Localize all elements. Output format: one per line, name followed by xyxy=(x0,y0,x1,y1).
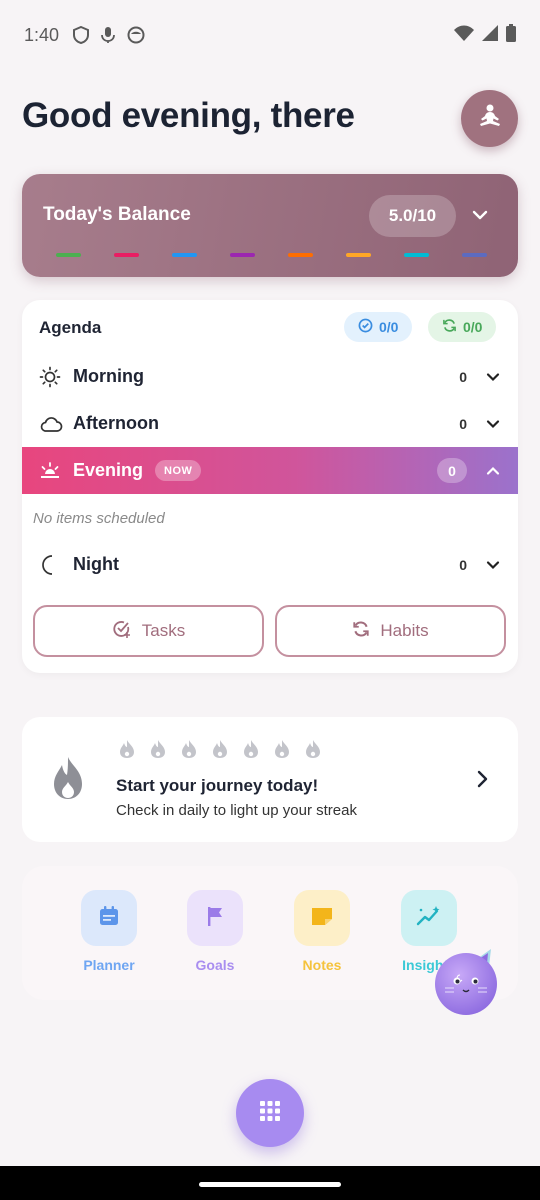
streak-title: Start your journey today! xyxy=(116,776,319,795)
quick-action-goals[interactable]: Goals xyxy=(165,890,265,973)
page-title: Good evening, there xyxy=(22,96,355,135)
tasks-progress-pill[interactable]: 0/0 xyxy=(344,312,413,342)
balance-dimension-dash xyxy=(288,253,313,257)
streak-days xyxy=(118,739,322,764)
calendar-icon xyxy=(98,905,120,932)
balance-dimension-dash xyxy=(172,253,197,257)
streak-card[interactable]: Start your journey today! Check in daily… xyxy=(22,717,518,842)
balance-dimension-dash xyxy=(56,253,81,257)
sun-icon xyxy=(39,366,63,388)
quick-action-notes[interactable]: Notes xyxy=(272,890,372,973)
sunset-icon xyxy=(39,461,63,481)
quick-action-label: Goals xyxy=(195,957,235,973)
agenda-period-night[interactable]: Night 0 xyxy=(22,541,518,588)
agenda-card: Agenda 0/0 0/0 Morning 0 Afternoon 0 Eve… xyxy=(22,300,518,673)
cat-icon xyxy=(433,949,499,1021)
flame-day-icon xyxy=(149,739,167,764)
mascot-assistant-button[interactable] xyxy=(433,947,499,1022)
period-label: Afternoon xyxy=(73,413,159,433)
shield-icon xyxy=(73,26,90,44)
status-bar: 1:40 xyxy=(0,0,540,70)
flag-icon xyxy=(205,905,225,932)
system-navigation-bar xyxy=(0,1166,540,1200)
period-count: 0 xyxy=(459,368,467,385)
agenda-period-afternoon[interactable]: Afternoon 0 xyxy=(22,400,518,447)
chevron-down-icon[interactable] xyxy=(471,206,489,229)
check-circle-icon xyxy=(358,318,373,336)
task-add-icon xyxy=(112,619,132,644)
flame-icon xyxy=(49,756,87,805)
moon-icon xyxy=(39,554,63,576)
habits-button-label: Habits xyxy=(380,621,429,640)
balance-dimension-dash xyxy=(114,253,139,257)
balance-title: Today's Balance xyxy=(43,204,191,225)
flame-day-icon xyxy=(180,739,198,764)
notes-tile xyxy=(294,890,350,946)
now-badge: NOW xyxy=(155,460,202,481)
flame-day-icon xyxy=(304,739,322,764)
balance-dimension-indicators xyxy=(56,253,487,257)
planner-tile xyxy=(81,890,137,946)
quick-action-planner[interactable]: Planner xyxy=(59,890,159,973)
status-time: 1:40 xyxy=(24,24,60,45)
note-icon xyxy=(310,906,334,931)
mic-icon xyxy=(101,26,115,44)
battery-icon xyxy=(506,23,516,47)
goals-tile xyxy=(187,890,243,946)
chevron-down-icon xyxy=(485,557,501,573)
flame-day-icon xyxy=(118,739,136,764)
empty-state-text: No items scheduled xyxy=(33,510,165,527)
agenda-title: Agenda xyxy=(39,318,102,337)
period-label: Night xyxy=(73,554,119,574)
quick-action-label: Notes xyxy=(302,957,342,973)
refresh-icon xyxy=(442,318,457,336)
period-count: 0 xyxy=(459,415,467,432)
meditation-button[interactable] xyxy=(461,90,518,147)
flame-day-icon xyxy=(242,739,260,764)
grid-icon xyxy=(259,1100,281,1127)
quick-action-label: Planner xyxy=(83,957,135,973)
flame-day-icon xyxy=(273,739,291,764)
streak-subtitle: Check in daily to light up your streak xyxy=(116,802,357,819)
tasks-button-label: Tasks xyxy=(141,621,186,640)
apps-menu-button[interactable] xyxy=(236,1079,304,1147)
balance-dimension-dash xyxy=(230,253,255,257)
tasks-count: 0/0 xyxy=(379,319,399,335)
agenda-period-morning[interactable]: Morning 0 xyxy=(22,353,518,400)
habits-count: 0/0 xyxy=(463,319,483,335)
app-notification-icon xyxy=(127,26,145,44)
period-count: 0 xyxy=(459,556,467,573)
balance-dimension-dash xyxy=(346,253,371,257)
habits-progress-pill[interactable]: 0/0 xyxy=(428,312,497,342)
insights-tile xyxy=(401,890,457,946)
add-habit-button[interactable]: Habits xyxy=(275,605,506,657)
flame-day-icon xyxy=(211,739,229,764)
chevron-down-icon xyxy=(485,416,501,432)
chevron-down-icon xyxy=(485,369,501,385)
agenda-period-evening[interactable]: Evening NOW 0 xyxy=(22,447,518,494)
wifi-icon xyxy=(454,25,474,46)
trend-sparkle-icon xyxy=(416,905,442,932)
cloud-icon xyxy=(39,415,63,433)
balance-score-badge: 5.0/10 xyxy=(369,195,456,237)
balance-dimension-dash xyxy=(462,253,487,257)
chevron-right-icon xyxy=(474,769,490,794)
period-label: Morning xyxy=(73,366,144,386)
balance-dimension-dash xyxy=(404,253,429,257)
refresh-icon xyxy=(352,620,370,643)
signal-icon xyxy=(482,24,498,46)
meditation-icon xyxy=(476,103,504,134)
home-gesture-handle[interactable] xyxy=(199,1182,341,1187)
add-task-button[interactable]: Tasks xyxy=(33,605,264,657)
chevron-up-icon xyxy=(485,463,501,479)
balance-card[interactable]: Today's Balance 5.0/10 xyxy=(22,174,518,277)
period-count: 0 xyxy=(437,458,467,483)
period-label: Evening xyxy=(73,460,144,480)
